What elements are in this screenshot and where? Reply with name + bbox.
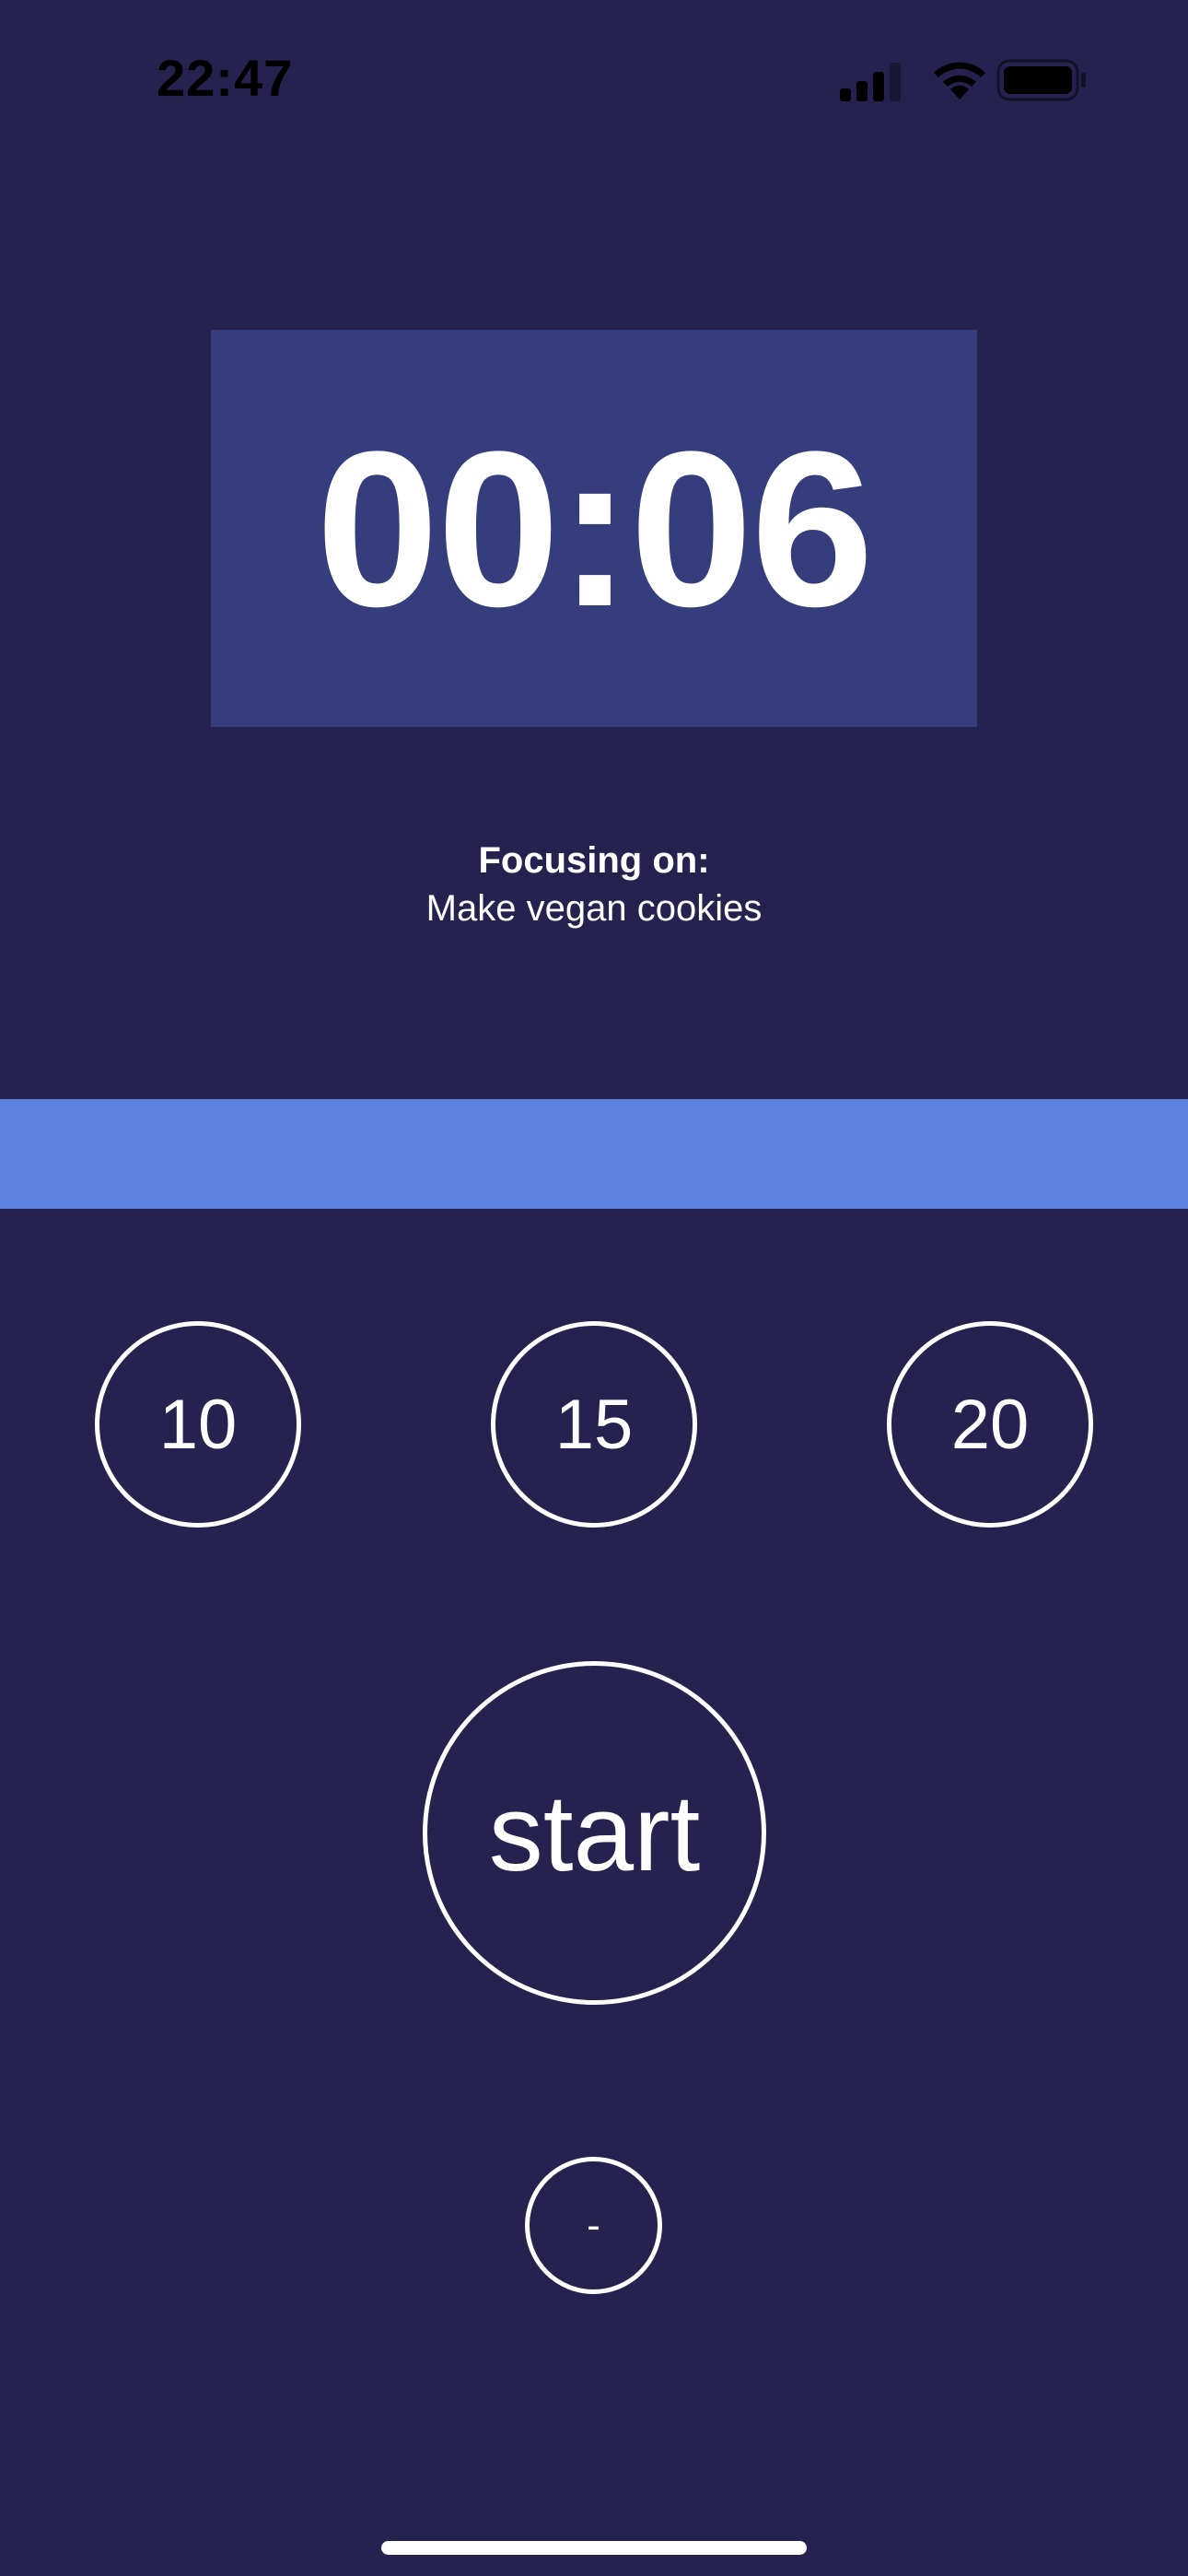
start-label: start <box>488 1772 701 1894</box>
preset-15-button[interactable]: 15 <box>491 1321 697 1528</box>
signal-icon <box>840 63 901 101</box>
wifi-icon <box>934 62 985 100</box>
timer-display: 00:06 <box>211 330 977 727</box>
status-bar-icons <box>840 57 1089 103</box>
preset-10-label: 10 <box>158 1385 238 1464</box>
minus-label: - <box>587 2202 600 2248</box>
focus-info: Focusing on: Make vegan cookies <box>0 837 1188 932</box>
battery-icon <box>996 59 1086 101</box>
start-button[interactable]: start <box>423 1661 766 2005</box>
progress-bar <box>0 1099 1188 1209</box>
preset-20-button[interactable]: 20 <box>887 1321 1093 1528</box>
minus-button[interactable]: - <box>525 2157 662 2294</box>
preset-15-label: 15 <box>554 1385 634 1464</box>
preset-20-label: 20 <box>950 1385 1030 1464</box>
focus-task: Make vegan cookies <box>425 888 763 929</box>
timer-value: 00:06 <box>316 404 874 652</box>
preset-10-button[interactable]: 10 <box>95 1321 301 1528</box>
focus-label: Focusing on: <box>478 840 710 881</box>
status-bar-time: 22:47 <box>157 49 294 107</box>
home-indicator[interactable] <box>381 2541 807 2555</box>
progress-fill <box>0 1099 1188 1209</box>
